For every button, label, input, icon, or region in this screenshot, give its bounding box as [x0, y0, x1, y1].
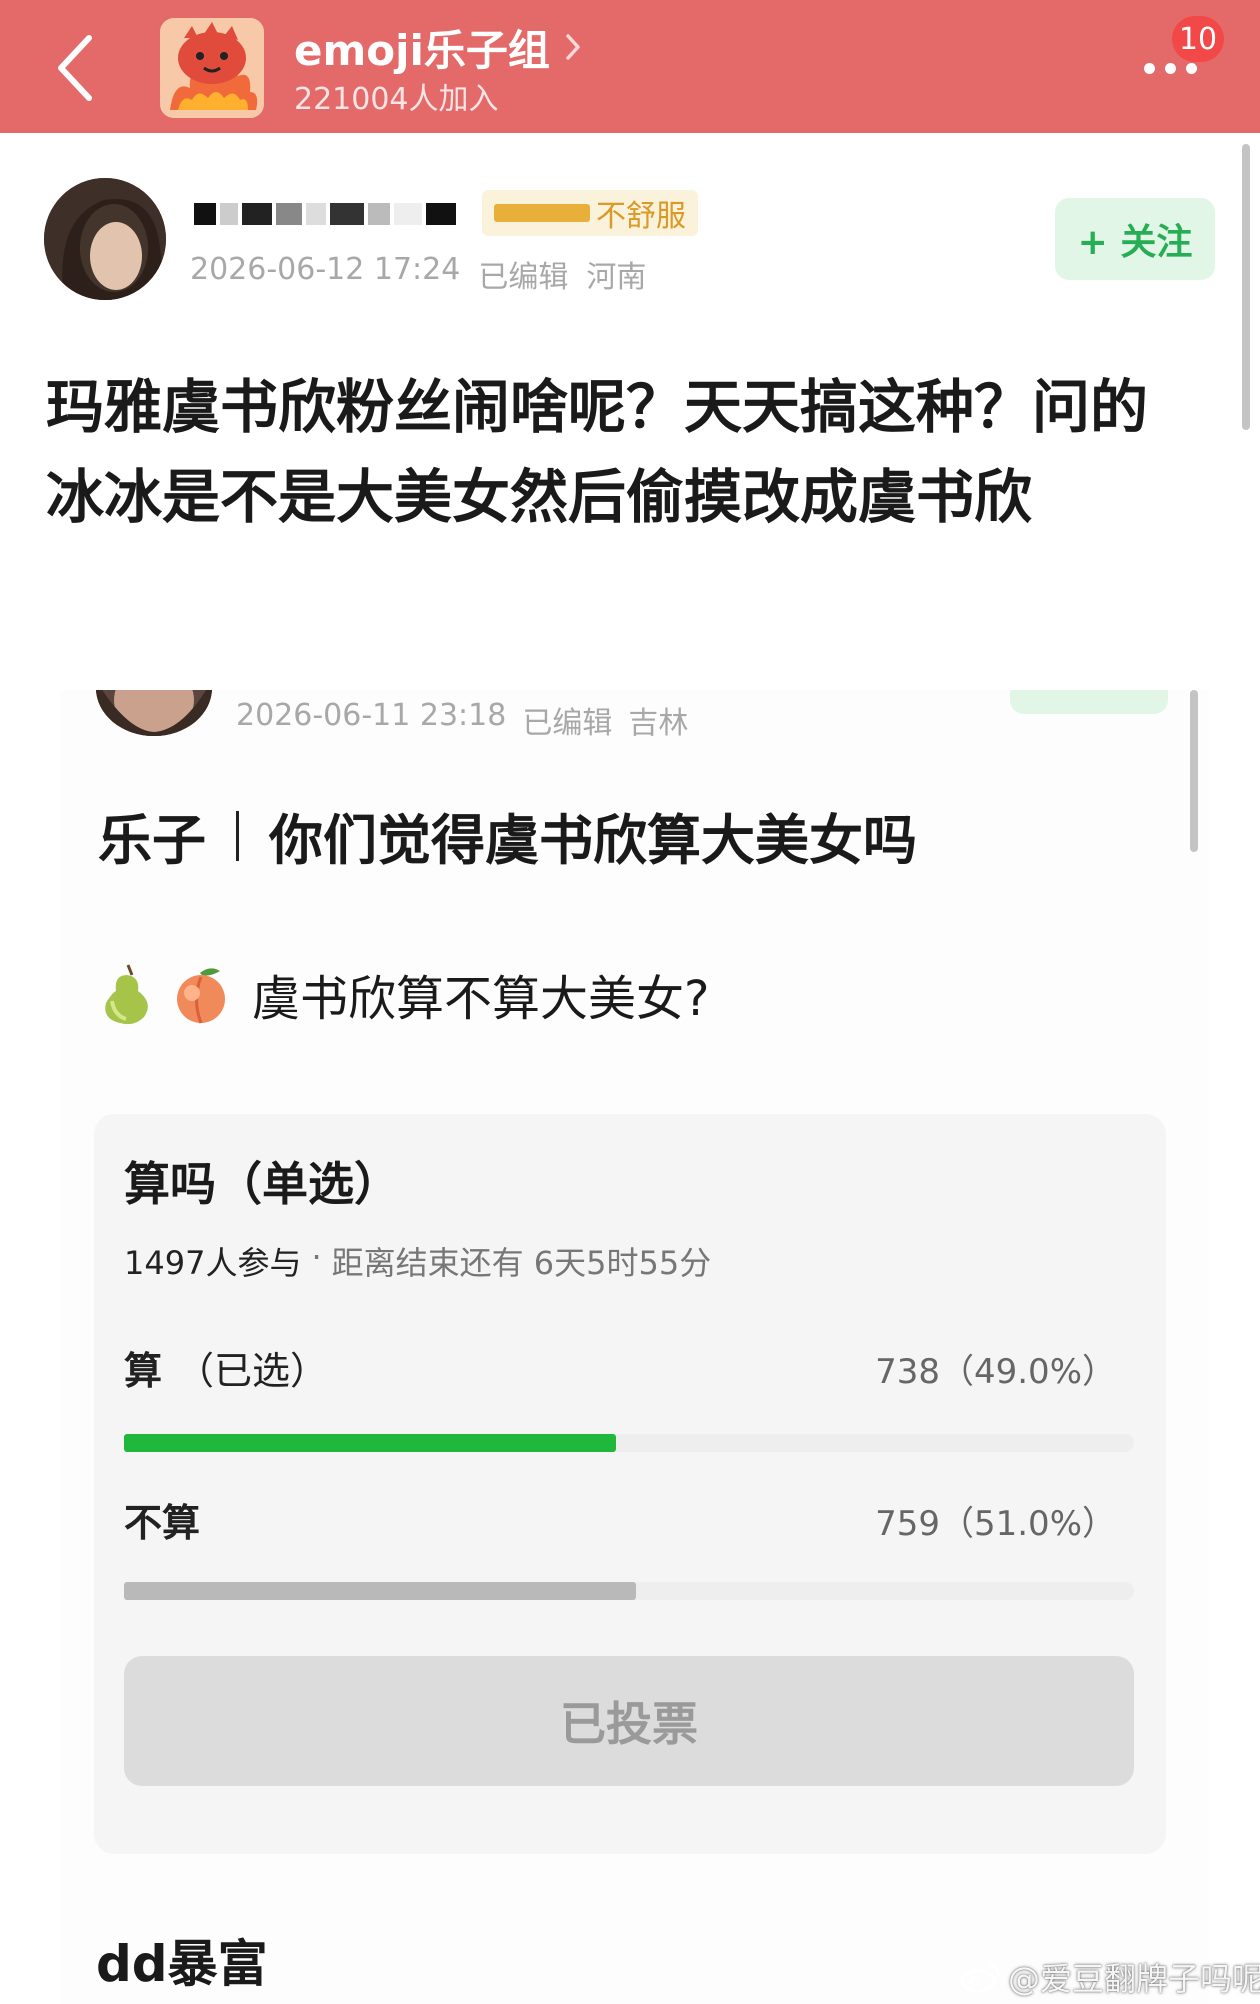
poll-bar-fill: [124, 1434, 616, 1452]
follow-button[interactable]: + 关注: [1055, 198, 1215, 280]
group-title-link[interactable]: emoji乐子组: [294, 20, 582, 75]
poll-question-row: 虞书欣算不算大美女?: [98, 962, 710, 1027]
avatar-photo: [44, 178, 166, 300]
author-flair: 不舒服: [482, 190, 698, 236]
redaction-block: [394, 203, 422, 225]
post-title: 玛雅虞书欣粉丝闹啥呢？天天搞这种？问的冰冰是不是大美女然后偷摸改成虞书欣: [46, 373, 1149, 531]
voted-button[interactable]: 已投票: [124, 1656, 1134, 1786]
embedded-timestamp: 2026-06-11 23:18: [236, 698, 507, 733]
poll-question: 虞书欣算不算大美女?: [252, 971, 710, 1027]
embedded-post-title: 乐子 你们觉得虞书欣算大美女吗: [98, 796, 917, 875]
embedded-post-meta: 2026-06-11 23:18 已编辑 吉林: [236, 698, 688, 742]
embedded-title-text: 你们觉得虞书欣算大美女吗: [269, 809, 917, 872]
chevron-left-icon: [58, 35, 92, 101]
poll-title: 算吗（单选）: [124, 1157, 400, 1211]
poll-option-text: 不算: [124, 1501, 201, 1545]
weibo-logo-icon: [960, 1963, 1000, 1993]
group-name: emoji乐子组: [294, 25, 550, 75]
embedded-follow-button: [1010, 690, 1168, 714]
notification-badge: 10: [1172, 16, 1224, 62]
peach-emoji-icon: [177, 968, 225, 1024]
watermark-text: @爱豆翻牌子吗呢: [1008, 1960, 1260, 1998]
embedded-edited-label: 已编辑: [522, 706, 613, 741]
embedded-location: 吉林: [628, 706, 689, 741]
flair-text: 不舒服: [596, 199, 686, 234]
dragon-mascot-icon: [160, 18, 264, 118]
poll-bar-track: [124, 1434, 1134, 1452]
post-meta: 2026-06-12 17:24 已编辑 河南: [190, 252, 646, 296]
more-dots-icon: [1143, 62, 1155, 74]
back-button[interactable]: [40, 30, 110, 106]
redaction-block: [426, 203, 456, 225]
redaction-block: [368, 203, 390, 225]
redaction-block: [306, 203, 326, 225]
poll-option-count: 738（49.0%）: [875, 1352, 1116, 1392]
poll-bar-fill: [124, 1582, 636, 1600]
more-dots-icon: [1185, 62, 1197, 74]
author-avatar[interactable]: [44, 178, 166, 300]
embedded-screenshot[interactable]: 2026-06-11 23:18 已编辑 吉林 乐子 你们觉得虞书欣算大美女吗 …: [60, 690, 1210, 2004]
redaction-block: [276, 203, 302, 225]
avatar-photo: [96, 690, 212, 736]
poll-option-count: 759（51.0%）: [875, 1504, 1116, 1544]
category-label: 乐子: [98, 809, 206, 872]
next-post-text: dd暴富: [96, 1935, 268, 1993]
more-dots-icon: [1164, 62, 1176, 74]
group-header: emoji乐子组 221004人加入 10: [0, 0, 1260, 133]
redaction-block: [220, 203, 238, 225]
member-count: 221004人加入: [294, 82, 499, 117]
poll-bar-track: [124, 1582, 1134, 1600]
poll-card: 算吗（单选） 1497人参与 · 距离结束还有 6天5时55分 算 （已选） 73…: [94, 1114, 1166, 1854]
embedded-author-avatar: [96, 690, 212, 736]
redaction-block: [242, 203, 272, 225]
poll-stats: 1497人参与 · 距离结束还有 6天5时55分: [124, 1238, 711, 1284]
redaction-block: [330, 203, 364, 225]
poll-separator: ·: [311, 1238, 322, 1276]
flair-redaction: [494, 204, 590, 222]
poll-option-label: 算 （已选）: [124, 1340, 328, 1395]
edited-label: 已编辑: [478, 260, 569, 295]
chevron-right-icon: [566, 34, 580, 60]
poll-option-label: 不算: [124, 1492, 214, 1547]
scrollbar[interactable]: [1242, 144, 1250, 430]
post-location: 河南: [586, 260, 647, 295]
pear-emoji-icon: [105, 964, 148, 1025]
title-divider: [236, 810, 239, 861]
poll-option-chosen-tag: （已选）: [176, 1349, 329, 1393]
post-timestamp: 2026-06-12 17:24: [190, 252, 461, 287]
group-avatar[interactable]: [160, 18, 264, 118]
author-name-redacted[interactable]: [194, 194, 489, 234]
redaction-block: [194, 203, 216, 225]
embedded-scrollbar: [1190, 690, 1198, 852]
poll-option-text: 算: [124, 1349, 163, 1393]
poll-deadline: 距离结束还有 6天5时55分: [331, 1244, 712, 1282]
poll-participants: 1497人参与: [124, 1244, 302, 1282]
weibo-watermark: @爱豆翻牌子吗呢: [960, 1954, 1260, 2000]
